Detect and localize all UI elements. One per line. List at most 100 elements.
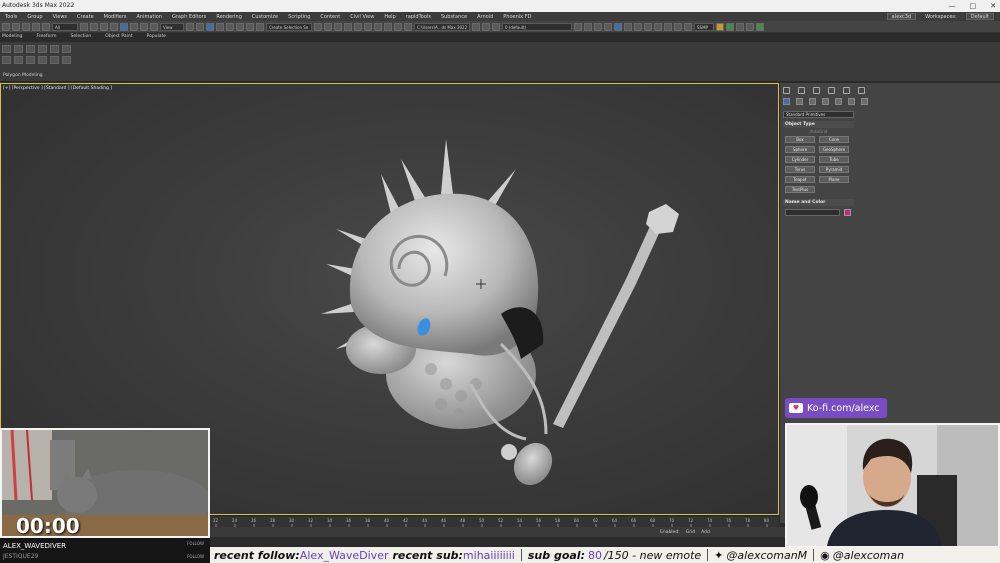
schematic-view-icon[interactable]: [364, 22, 372, 31]
graphite-icon[interactable]: [624, 22, 632, 31]
ribbon-tool[interactable]: [14, 56, 23, 64]
cone-button[interactable]: Cone: [819, 136, 849, 143]
select-move-icon[interactable]: [120, 22, 128, 31]
menu-item-create[interactable]: Create: [72, 14, 99, 20]
viewport-layout-icon[interactable]: [614, 22, 622, 31]
paint-icon[interactable]: [644, 22, 652, 31]
menu-item-substance[interactable]: Substance: [436, 14, 472, 20]
helpers-icon[interactable]: [835, 98, 842, 105]
modify-tab-icon[interactable]: [798, 87, 805, 94]
select-scale-icon[interactable]: [140, 22, 148, 31]
select-manipulate-icon[interactable]: [196, 22, 204, 31]
shapes-icon[interactable]: [796, 98, 803, 105]
add-time-tag[interactable]: Add: [701, 530, 710, 535]
menu-item-tools[interactable]: Tools: [0, 14, 22, 20]
ssmp-button[interactable]: SSMP: [694, 22, 714, 31]
scene-explorer-icon[interactable]: [482, 22, 490, 31]
menu-item-help[interactable]: Help: [379, 14, 400, 20]
bind-icon[interactable]: [42, 22, 50, 31]
viewport-label[interactable]: [+] [Perspective ] [Standard ] [Default …: [3, 86, 112, 91]
pyramid-button[interactable]: Pyramid: [819, 166, 849, 173]
lights-icon[interactable]: [809, 98, 816, 105]
curve-icon[interactable]: [634, 22, 642, 31]
menu-item-content[interactable]: Content: [315, 14, 345, 20]
material-editor-icon[interactable]: [374, 22, 382, 31]
grid-icon[interactable]: [746, 22, 754, 31]
menu-item-views[interactable]: Views: [48, 14, 72, 20]
named-selection-dropdown[interactable]: Create Selection Se: [266, 22, 312, 31]
keyboard-shortcut-icon[interactable]: [206, 22, 214, 31]
tube-button[interactable]: Tube: [819, 156, 849, 163]
hide-icon[interactable]: [604, 22, 612, 31]
sculpt-icon[interactable]: [664, 22, 672, 31]
object-type-header[interactable]: Object Type: [783, 121, 854, 128]
box-button[interactable]: Box: [785, 136, 815, 143]
render-setup-icon[interactable]: [384, 22, 392, 31]
cylinder-button[interactable]: Cylinder: [785, 156, 815, 163]
close-icon[interactable]: ✕: [990, 0, 996, 12]
user-account-button[interactable]: alexc3d: [886, 13, 917, 20]
toggle-ribbon-icon[interactable]: [344, 22, 352, 31]
edit-named-selection-icon[interactable]: [256, 22, 264, 31]
freeze-icon[interactable]: [594, 22, 602, 31]
menu-item-customize[interactable]: Customize: [247, 14, 283, 20]
ribbon-tool[interactable]: [38, 45, 47, 53]
space-warps-icon[interactable]: [848, 98, 855, 105]
tab-populate[interactable]: Populate: [147, 34, 167, 42]
retopo-icon[interactable]: [674, 22, 682, 31]
spinner-snap-icon[interactable]: [246, 22, 254, 31]
link-icon[interactable]: [22, 22, 30, 31]
object-name-input[interactable]: [785, 209, 840, 216]
autogrid-checkbox[interactable]: AutoGrid: [783, 128, 854, 136]
layer-manager-icon[interactable]: [492, 22, 500, 31]
percent-snap-icon[interactable]: [236, 22, 244, 31]
display-tab-icon[interactable]: [843, 87, 850, 94]
populate-icon[interactable]: [654, 22, 662, 31]
menu-item-modifiers[interactable]: Modifiers: [99, 14, 132, 20]
undo-icon[interactable]: [2, 22, 10, 31]
ribbon-tool[interactable]: [2, 45, 11, 53]
ribbon-tool[interactable]: [38, 56, 47, 64]
add-to-layer-icon[interactable]: [584, 22, 592, 31]
time-slider[interactable]: 22 24 26 28 30 32 34 36 38 40 42 44 46 48 50 52 54 56 58 60…: [210, 515, 780, 528]
geometry-icon[interactable]: [783, 98, 790, 105]
select-object-icon[interactable]: [80, 22, 88, 31]
workspace-dropdown[interactable]: Default: [965, 13, 994, 20]
menu-item-graph-editors[interactable]: Graph Editors: [167, 14, 211, 20]
pivot-icon[interactable]: [186, 22, 194, 31]
unlink-icon[interactable]: [32, 22, 40, 31]
menu-item-scripting[interactable]: Scripting: [283, 14, 315, 20]
align-icon[interactable]: [324, 22, 332, 31]
script-icon[interactable]: [716, 22, 724, 31]
ribbon-tool[interactable]: [62, 45, 71, 53]
layer-explorer-icon[interactable]: [334, 22, 342, 31]
project-folder-icon[interactable]: [472, 22, 480, 31]
textplus-button[interactable]: TextPlus: [785, 186, 815, 193]
sphere-button[interactable]: Sphere: [785, 146, 815, 153]
uv-icon[interactable]: [684, 22, 692, 31]
select-rotate-icon[interactable]: [130, 22, 138, 31]
maximize-icon[interactable]: □: [970, 0, 977, 12]
window-crossing-icon[interactable]: [110, 22, 118, 31]
placement-icon[interactable]: [150, 22, 158, 31]
cameras-icon[interactable]: [822, 98, 829, 105]
ribbon-tool[interactable]: [26, 45, 35, 53]
utilities-tab-icon[interactable]: [858, 87, 865, 94]
redo-icon[interactable]: [12, 22, 20, 31]
torus-button[interactable]: Torus: [785, 166, 815, 173]
menu-item-civil-view[interactable]: Civil View: [345, 14, 379, 20]
menu-item-group[interactable]: Group: [22, 14, 47, 20]
tab-modeling[interactable]: Modeling: [2, 34, 22, 42]
render-icon[interactable]: [404, 22, 412, 31]
ribbon-tool[interactable]: [14, 45, 23, 53]
menu-item-arnold[interactable]: Arnold: [472, 14, 498, 20]
mirror-icon[interactable]: [314, 22, 322, 31]
menu-item-phoenix-fd[interactable]: Phoenix FD: [498, 14, 536, 20]
selection-filter-dropdown[interactable]: All: [52, 22, 78, 31]
ribbon-tool[interactable]: [50, 56, 59, 64]
select-by-name-icon[interactable]: [90, 22, 98, 31]
project-path-field[interactable]: C:\Users\A...ds Max 2022: [414, 22, 470, 31]
create-layer-icon[interactable]: [574, 22, 582, 31]
menu-item-animation[interactable]: Animation: [132, 14, 168, 20]
hierarchy-tab-icon[interactable]: [813, 87, 820, 94]
